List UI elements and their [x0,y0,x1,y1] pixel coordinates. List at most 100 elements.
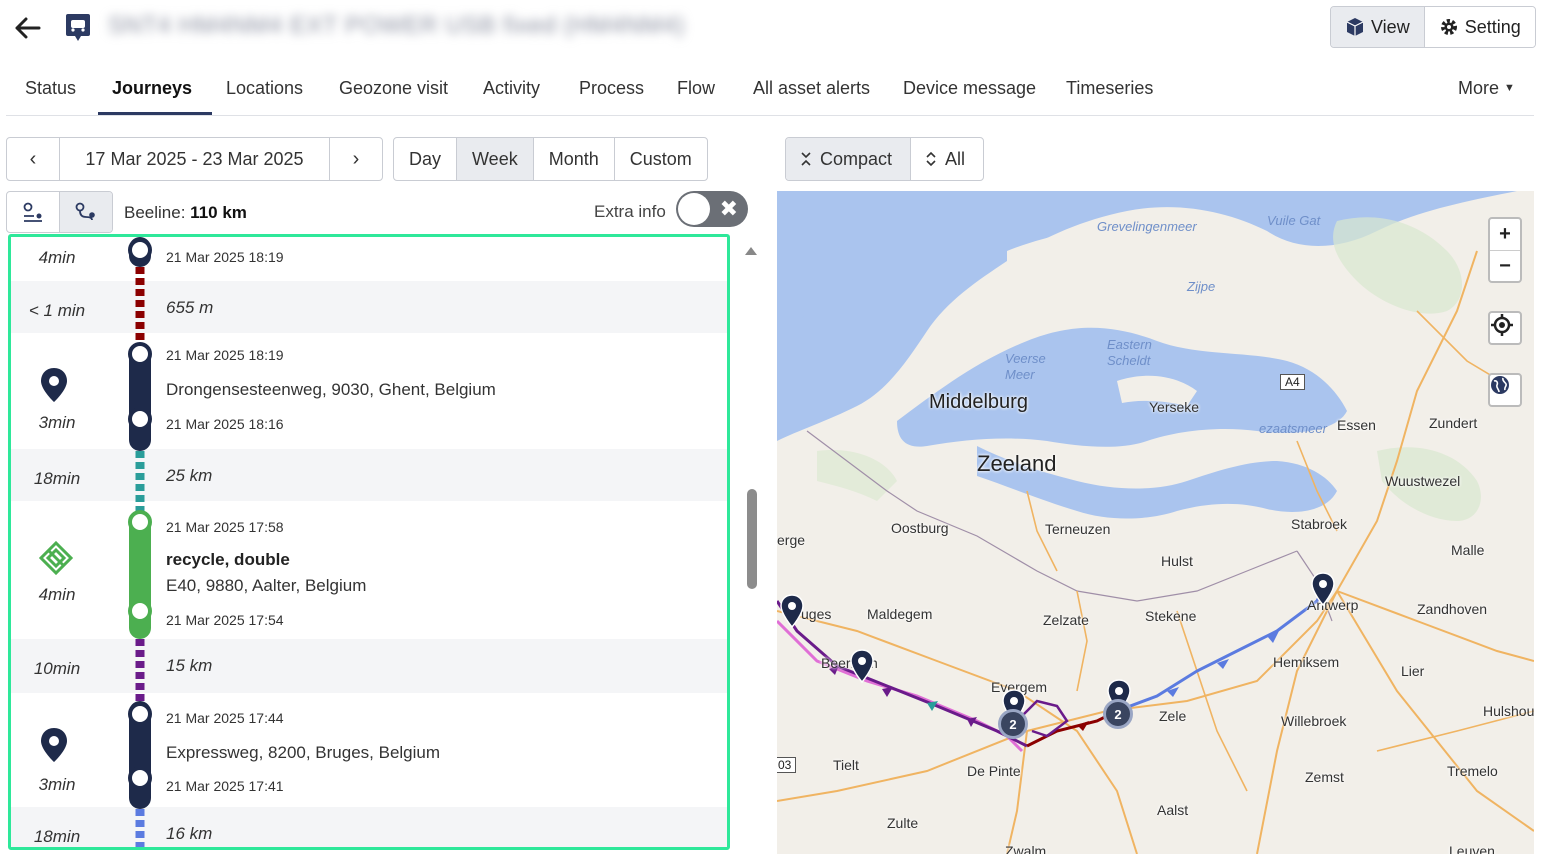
map-label: Maldegem [867,606,933,622]
map-label: Hulst [1161,553,1193,569]
journey-list[interactable]: 4min 21 Mar 2025 18:19 < 1 min 655 m 3mi… [8,234,730,850]
map-label: Tielt [833,757,859,773]
map-label: Zundert [1429,415,1478,431]
cube-icon [1346,18,1364,36]
date-range[interactable]: 17 Mar 2025 - 23 Mar 2025 [59,138,330,180]
caret-down-icon: ▼ [1504,82,1515,94]
asset-title: SNT4 HM4NM4 EXT POWER USB fixed (HM4NM4) [108,12,685,39]
gear-icon [1440,19,1457,35]
setting-button[interactable]: Setting [1423,7,1535,47]
map-label: Oostburg [891,520,949,536]
map-label: Yerseke [1149,399,1200,415]
map-label: Zemst [1305,769,1344,785]
scrollbar-thumb[interactable] [747,489,757,589]
map-label: Terneuzen [1045,521,1111,537]
journey-timeline [128,237,152,847]
map-label: De Pinte [967,763,1021,779]
compact-button[interactable]: Compact [786,138,911,180]
map-pin-icon[interactable] [779,594,805,628]
tab-geozone-visit[interactable]: Geozone visit [339,78,448,99]
route-stops-button[interactable] [7,192,59,232]
view-button[interactable]: View [1331,7,1424,47]
view-label: View [1371,16,1410,37]
compact-label: Compact [820,148,893,169]
zoom-out-button[interactable]: − [1490,250,1520,281]
route-path-icon [75,202,95,221]
tab-more[interactable]: More ▼ [1458,78,1515,99]
marker-cluster[interactable]: 2 [1103,699,1133,729]
active-tab-indicator [98,112,212,115]
map-label: Stabroek [1291,516,1348,532]
map-label: Hulshou [1483,703,1534,719]
tab-flow[interactable]: Flow [677,78,715,99]
map-label: Malle [1451,542,1485,558]
tab-bar: Status Journeys Locations Geozone visit … [6,66,1534,116]
tab-activity[interactable]: Activity [483,78,540,99]
setting-label: Setting [1464,16,1521,37]
map-label: Zulte [887,815,919,831]
map-label: Zele [1159,708,1187,724]
locate-button[interactable] [1488,311,1522,345]
layers-button[interactable] [1488,373,1522,407]
map-label: Aalst [1157,802,1189,818]
map-label: Zijpe [1187,279,1216,294]
view-setting-group: View Setting [1330,6,1536,48]
zoom-in-button[interactable]: + [1490,219,1520,250]
map-label: Hemiksem [1273,654,1340,670]
map-label: Zandhoven [1417,601,1488,617]
map-label: Wuustwezel [1385,473,1461,489]
map-label: Lier [1401,663,1425,679]
date-navigator: ‹ 17 Mar 2025 - 23 Mar 2025 › [6,137,383,181]
map-label: Leuven [1449,843,1495,854]
crosshair-icon [1491,314,1513,336]
map-label: Essen [1337,417,1376,433]
map-label: ezaatsmeer [1259,421,1327,436]
map-label: Vuile Gat [1267,213,1321,228]
scroll-up-arrow[interactable] [745,247,757,255]
map-label: Middelburg [929,391,1028,413]
route-stops-icon [23,202,42,222]
expand-icon [926,151,936,167]
extra-info-toggle[interactable]: ✖ [676,191,748,227]
beeline-distance: Beeline: 110 km [124,203,247,223]
header: SNT4 HM4NM4 EXT POWER USB fixed (HM4NM4)… [0,0,1547,58]
period-custom-button[interactable]: Custom [613,138,707,180]
map-label: erge [777,532,806,548]
tab-device-message[interactable]: Device message [903,78,1036,99]
tab-journeys[interactable]: Journeys [112,78,192,99]
map-label: Stekene [1145,608,1197,624]
zoom-control: + − [1488,217,1522,283]
all-button[interactable]: All [910,138,983,180]
map-label: Veerse Meer [1005,351,1046,382]
period-day-button[interactable]: Day [394,138,456,180]
globe-icon [1491,376,1509,394]
map-pin-icon[interactable] [849,649,875,683]
vehicle-icon [64,12,92,42]
tab-process[interactable]: Process [579,78,644,99]
map-pin-icon[interactable] [1310,572,1336,606]
map-label: Zeeland [977,451,1057,476]
close-icon: ✖ [719,196,738,221]
map-label: Tremelo [1447,763,1498,779]
next-week-button[interactable]: › [330,138,382,180]
route-path-button[interactable] [59,192,112,232]
tab-all-asset-alerts[interactable]: All asset alerts [753,78,870,99]
prev-week-button[interactable]: ‹ [7,138,59,180]
back-button[interactable] [12,12,44,44]
map-label: Eastern Scheldt [1107,337,1152,368]
arrow-left-icon [15,17,41,39]
map-view[interactable]: Grevelingenmeer Vuile Gat Zijpe Veerse M… [777,191,1534,854]
marker-cluster[interactable]: 2 [998,709,1028,739]
extra-info-label: Extra info [594,202,666,221]
beeline-label: Beeline: [124,203,186,222]
tab-timeseries[interactable]: Timeseries [1066,78,1153,99]
road-shield: A4 [1280,374,1305,390]
all-label: All [945,148,966,169]
period-month-button[interactable]: Month [532,138,614,180]
tab-status[interactable]: Status [25,78,76,99]
period-week-button[interactable]: Week [456,138,533,180]
collapse-icon [801,152,811,166]
road-shield: 03 [777,757,797,773]
view-mode-selector: Compact All [785,137,985,181]
tab-locations[interactable]: Locations [226,78,303,99]
